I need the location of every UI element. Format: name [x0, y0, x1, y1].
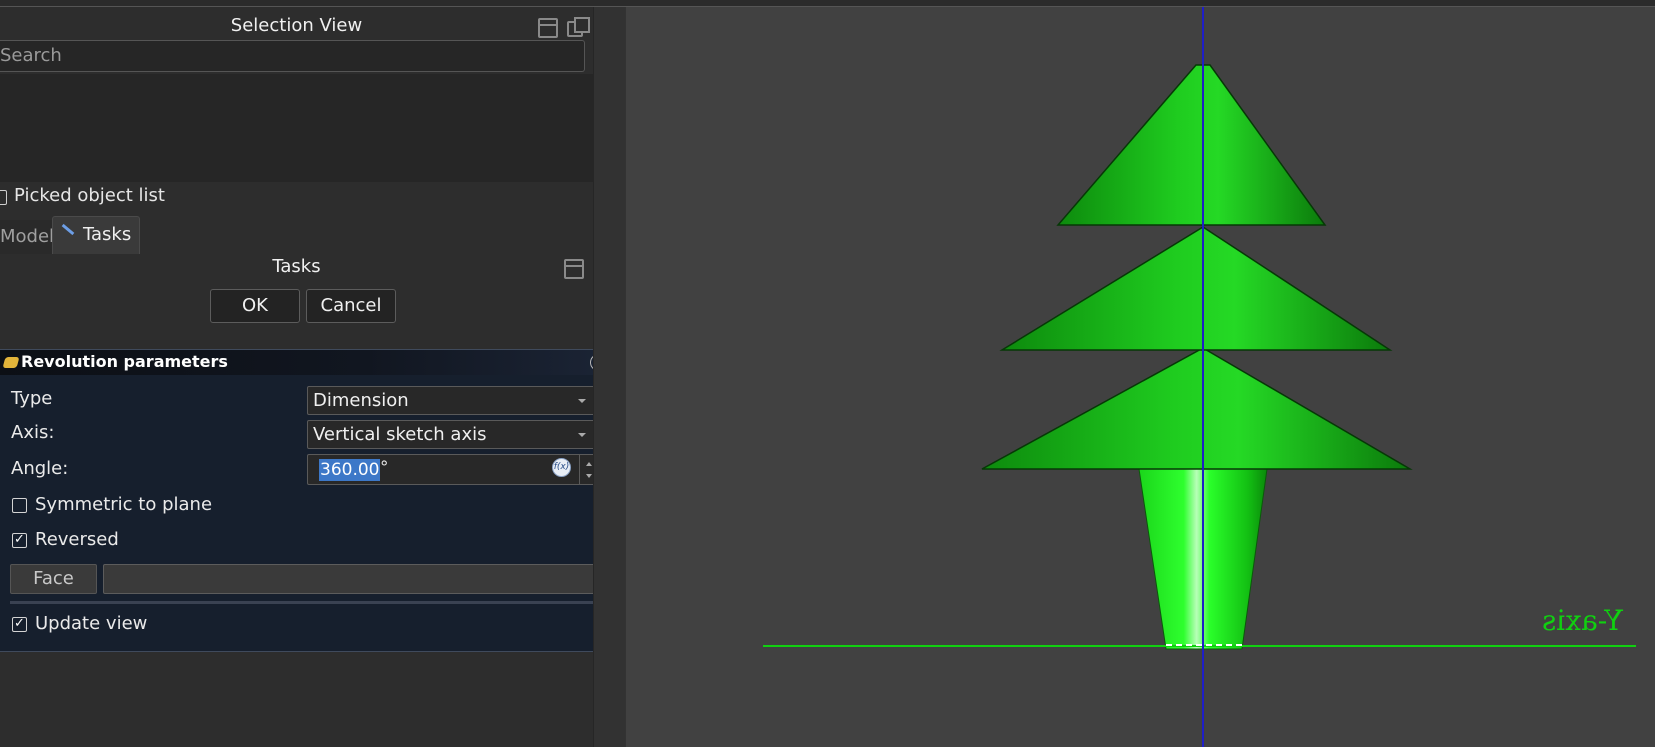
top-cone[interactable]	[1056, 64, 1327, 226]
selection-list[interactable]	[0, 74, 620, 182]
search-input[interactable]: Search	[0, 40, 585, 72]
selection-view-title: Selection View	[230, 15, 363, 36]
picked-object-list-checkbox[interactable]	[0, 190, 7, 205]
revolution-parameters-panel: Revolution parameters ︽ Type Dimension A…	[0, 349, 611, 652]
axis-combo[interactable]: Vertical sketch axis	[307, 420, 597, 449]
cancel-button[interactable]: Cancel	[306, 289, 396, 323]
reversed-checkbox[interactable]: ✓	[12, 533, 27, 548]
symmetric-label: Symmetric to plane	[35, 494, 213, 515]
middle-cone[interactable]	[999, 226, 1393, 351]
axis-label: Axis:	[11, 422, 55, 443]
update-view-checkbox[interactable]: ✓	[12, 617, 27, 632]
combo-arrow-icon	[578, 399, 586, 403]
3d-scene	[763, 7, 1636, 747]
tab-tasks-label: Tasks	[83, 224, 132, 245]
bottom-cone[interactable]	[981, 347, 1413, 470]
type-value: Dimension	[313, 390, 409, 411]
float-icon[interactable]	[567, 17, 590, 37]
axis-value: Vertical sketch axis	[313, 424, 487, 445]
revolution-parameters-title: Revolution parameters	[21, 352, 228, 371]
combo-view-panel: Selection View ✕ Search 0 Picked object …	[0, 7, 620, 747]
face-field[interactable]	[103, 564, 597, 594]
angle-spinbox[interactable]: 360.00 ° f(x)	[307, 454, 598, 485]
spin-down-arrow-icon[interactable]	[586, 474, 592, 478]
3d-viewport[interactable]: Y-axis	[626, 7, 1655, 747]
tab-tasks[interactable]: Tasks	[52, 216, 140, 254]
symmetric-checkbox[interactable]	[12, 498, 27, 513]
y-axis-label: Y-axis	[1542, 604, 1623, 637]
type-label: Type	[11, 388, 53, 409]
tasks-title: Tasks	[272, 256, 321, 277]
tab-model[interactable]: Model	[0, 220, 54, 254]
angle-unit: °	[380, 458, 389, 478]
window-icon[interactable]	[564, 259, 584, 279]
type-combo[interactable]: Dimension	[307, 386, 597, 415]
spin-up-arrow-icon[interactable]	[586, 462, 592, 466]
top-edge	[0, 0, 1655, 7]
revolution-icon	[2, 357, 20, 368]
ok-button[interactable]: OK	[210, 289, 300, 323]
face-button[interactable]: Face	[10, 564, 97, 594]
reversed-label: Reversed	[35, 529, 119, 550]
picked-object-list-label: Picked object list	[14, 185, 165, 206]
revolution-parameters-header[interactable]: Revolution parameters ︽	[0, 350, 610, 375]
update-view-label: Update view	[35, 613, 148, 634]
fx-icon[interactable]: f(x)	[552, 458, 571, 477]
pencil-icon	[61, 223, 75, 236]
spin-separator	[579, 455, 580, 484]
combo-arrow-icon	[578, 433, 586, 437]
angle-label: Angle:	[11, 458, 69, 479]
divider	[10, 601, 597, 604]
window-icon[interactable]	[538, 18, 558, 38]
angle-value[interactable]: 360.00	[319, 459, 381, 481]
panel-splitter[interactable]	[593, 7, 625, 747]
